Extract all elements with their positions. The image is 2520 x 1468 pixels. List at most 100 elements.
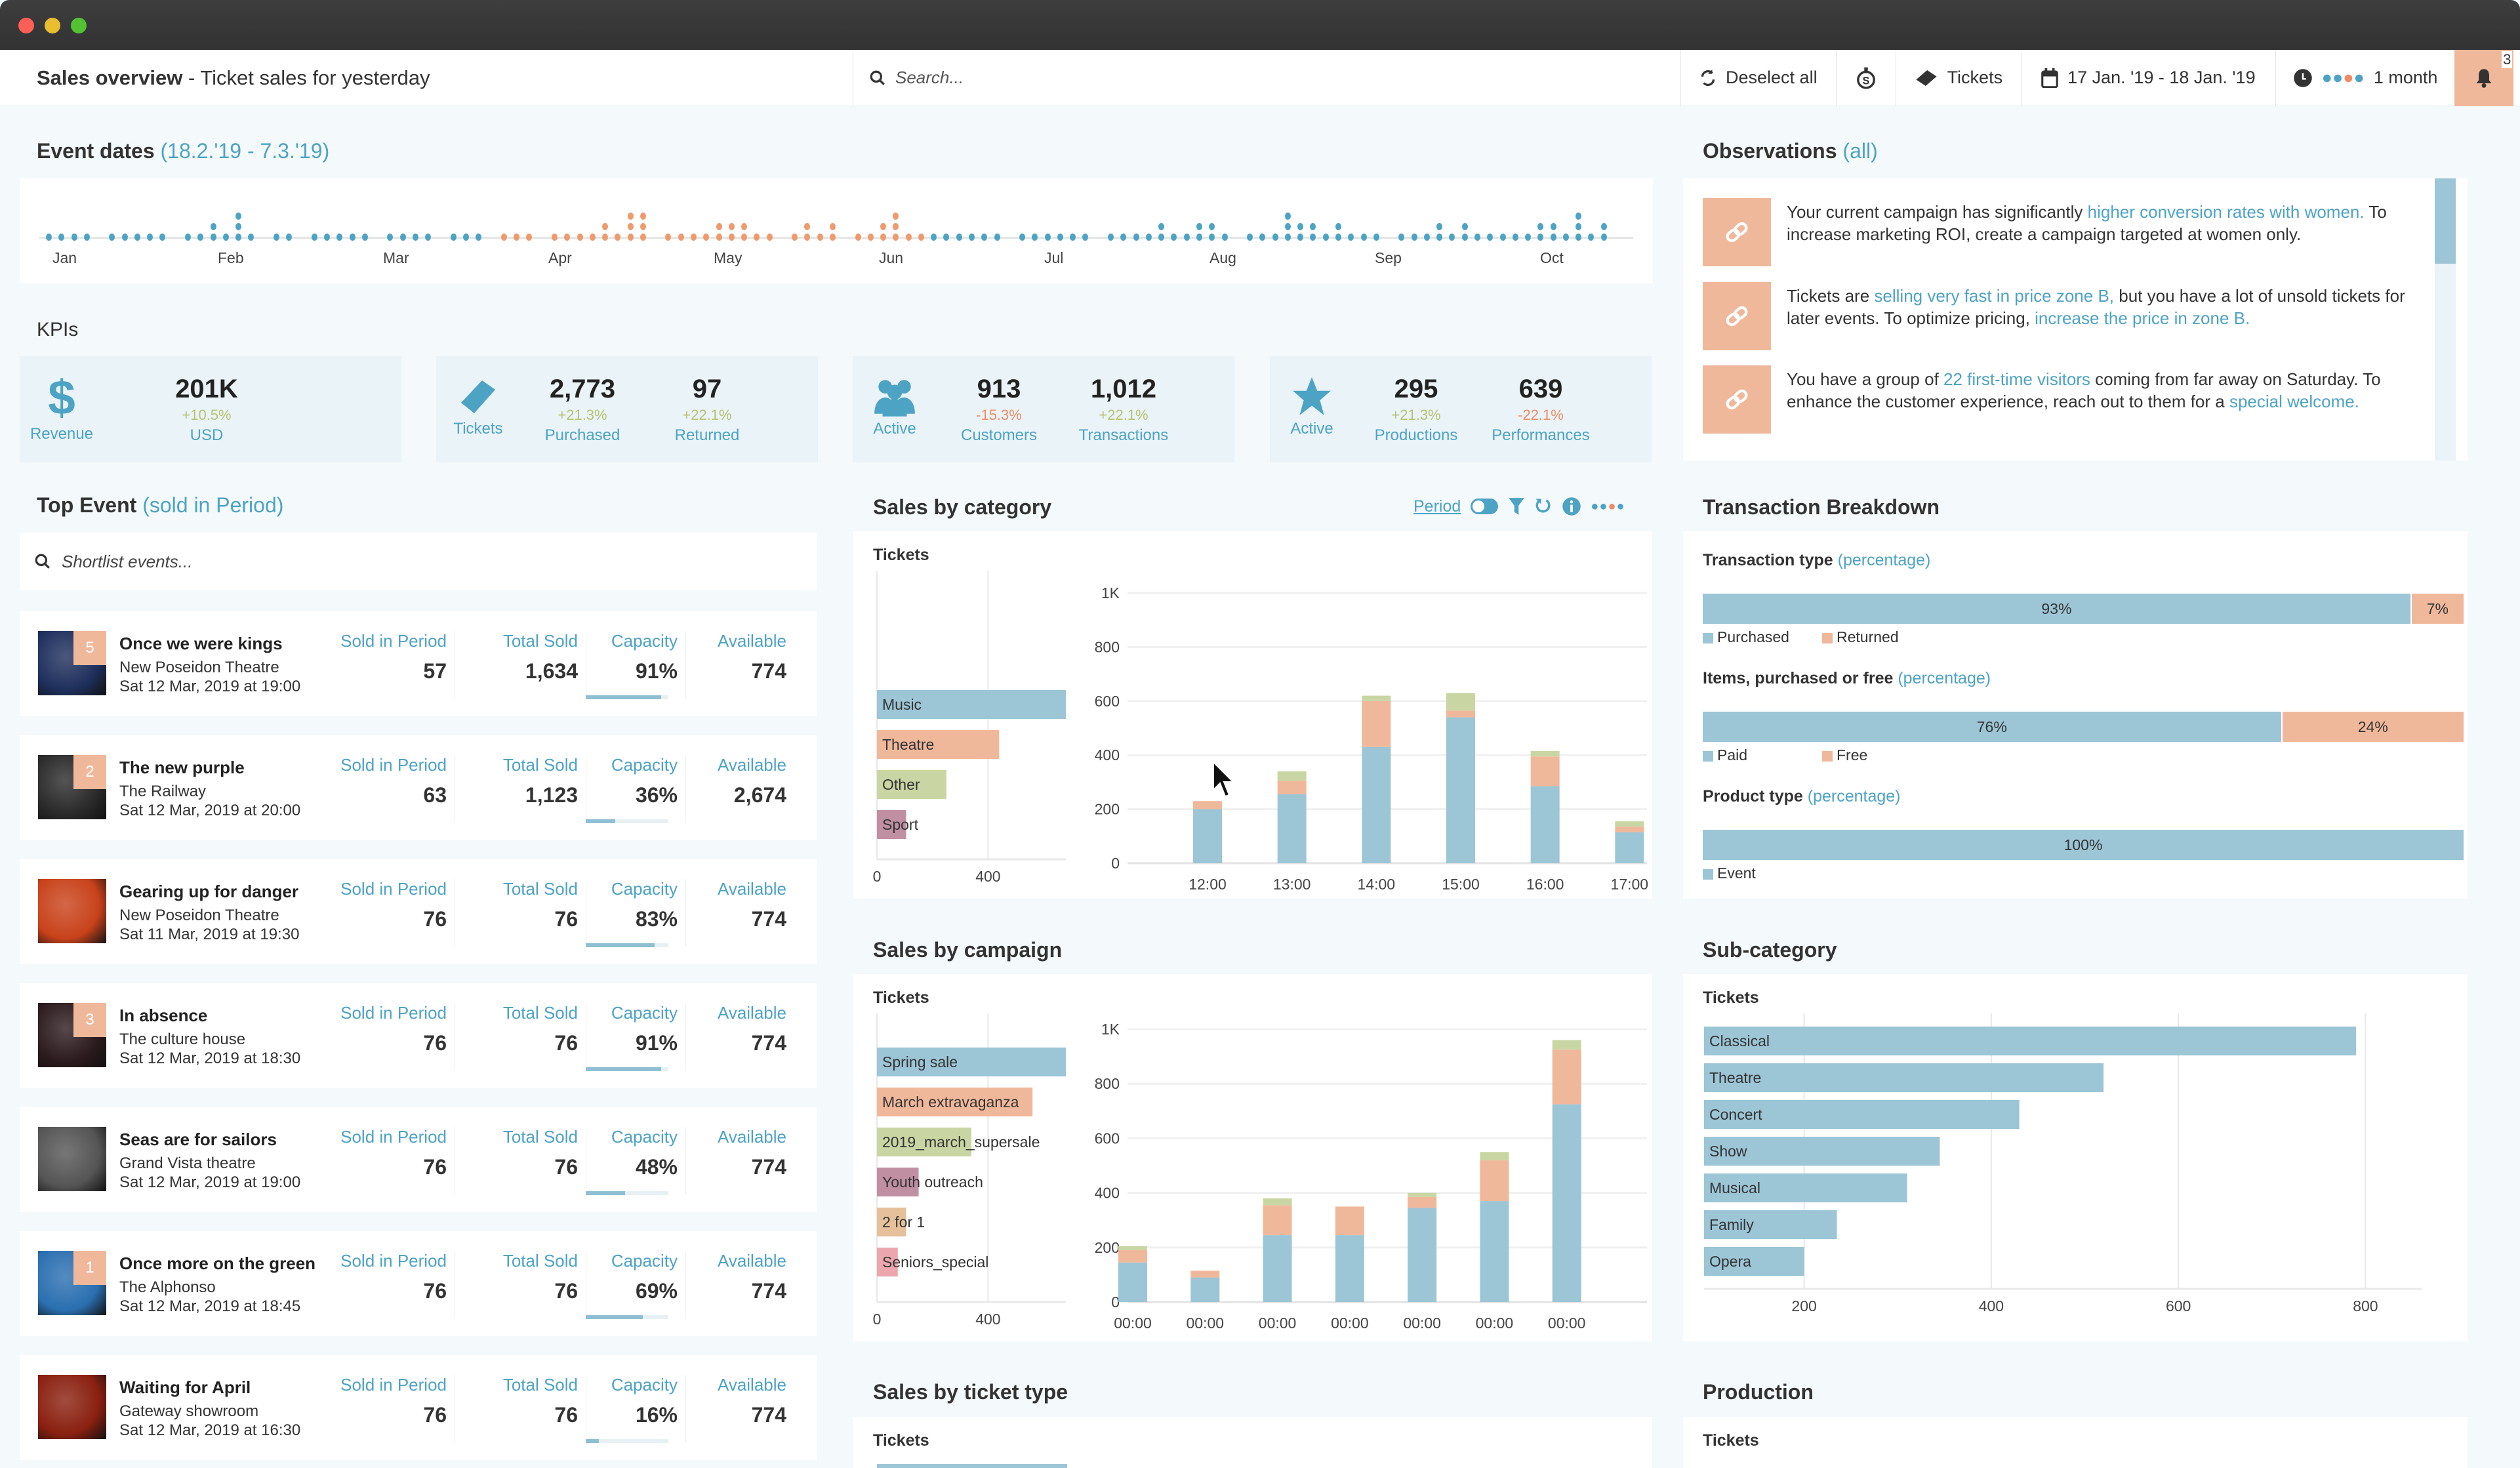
event-date-dot[interactable] xyxy=(905,234,912,241)
event-date-dot[interactable] xyxy=(1032,234,1038,241)
event-date-dot[interactable] xyxy=(1221,234,1228,241)
bar-segment-2019-march-supersale[interactable] xyxy=(1480,1152,1509,1160)
event-date-dot[interactable] xyxy=(766,234,773,241)
event-date-dot[interactable] xyxy=(71,234,77,241)
breakdown-segment-event[interactable]: 100% xyxy=(1703,830,2464,860)
breakdown-segment-paid[interactable]: 76% xyxy=(1703,712,2281,742)
event-date-dot[interactable] xyxy=(741,234,748,241)
event-date-dot[interactable] xyxy=(1044,234,1051,241)
bar-segment-other[interactable] xyxy=(1530,751,1560,757)
event-date-dot[interactable] xyxy=(1082,234,1089,241)
event-date-dot[interactable] xyxy=(880,223,887,230)
event-date-dot[interactable] xyxy=(450,234,457,241)
event-date-dot[interactable] xyxy=(286,234,293,241)
event-row[interactable]: 5 Once we were kings New Poseidon Theatre S… xyxy=(20,611,817,716)
currency-button[interactable]: S xyxy=(1835,49,1896,106)
bar-segment-theatre[interactable] xyxy=(1615,826,1644,832)
event-date-dot[interactable] xyxy=(830,234,836,241)
event-date-dot[interactable] xyxy=(412,234,418,241)
event-row[interactable]: 3 In absence The culture house Sat 12 Mar, … xyxy=(20,983,817,1088)
event-date-dot[interactable] xyxy=(640,234,646,241)
breakdown-tag[interactable]: (percentage) xyxy=(1803,787,1901,805)
event-date-dot[interactable] xyxy=(564,234,571,241)
event-date-dot[interactable] xyxy=(627,234,634,241)
event-date-dot[interactable] xyxy=(1512,234,1518,241)
event-date-dot[interactable] xyxy=(1310,234,1316,241)
bar-segment-march-extravaganza[interactable] xyxy=(1335,1206,1364,1236)
bar-segment-spring-sale[interactable] xyxy=(1480,1201,1509,1302)
event-date-dot[interactable] xyxy=(1284,213,1291,220)
event-date-dot[interactable] xyxy=(690,234,697,241)
event-date-dot[interactable] xyxy=(1423,234,1430,241)
bar-segment-theatre[interactable] xyxy=(1446,710,1475,718)
bar-segment-2019-march-supersale[interactable] xyxy=(1118,1246,1147,1250)
bar-segment-music[interactable] xyxy=(1446,717,1475,863)
event-date-dot[interactable] xyxy=(1284,223,1291,230)
event-date-dot[interactable] xyxy=(640,213,646,220)
event-date-dot[interactable] xyxy=(185,234,192,241)
minimize-window-button[interactable] xyxy=(45,18,60,33)
event-date-dot[interactable] xyxy=(880,234,887,241)
event-date-dot[interactable] xyxy=(994,234,1000,241)
close-window-button[interactable] xyxy=(18,18,34,33)
event-date-dot[interactable] xyxy=(210,223,216,230)
event-date-dot[interactable] xyxy=(526,234,533,241)
event-date-dot[interactable] xyxy=(1158,234,1165,241)
bar[interactable] xyxy=(1704,1027,2357,1055)
event-date-dot[interactable] xyxy=(1575,213,1582,220)
event-date-dot[interactable] xyxy=(425,234,432,241)
event-date-dot[interactable] xyxy=(235,213,242,220)
event-row[interactable]: 2 The new purple The Railway Sat 12 Mar, 20… xyxy=(20,735,817,840)
observations-filter-link[interactable]: (all) xyxy=(1842,139,1877,163)
event-date-dot[interactable] xyxy=(1171,234,1177,241)
event-date-dot[interactable] xyxy=(855,234,861,241)
event-date-dot[interactable] xyxy=(1525,234,1532,241)
shortlist-search[interactable]: Shortlist events... xyxy=(20,533,817,590)
event-date-dot[interactable] xyxy=(804,234,811,241)
event-date-dot[interactable] xyxy=(918,234,924,241)
event-date-dot[interactable] xyxy=(1196,223,1202,230)
event-date-dot[interactable] xyxy=(476,234,482,241)
event-date-dot[interactable] xyxy=(1196,234,1202,241)
event-date-dot[interactable] xyxy=(46,234,52,241)
event-date-dot[interactable] xyxy=(1499,234,1506,241)
period-button[interactable]: ●●●● 1 month xyxy=(2275,49,2455,106)
kpi-metric[interactable]: 913 -15.3% Customers xyxy=(943,375,1055,445)
event-date-dot[interactable] xyxy=(1411,234,1417,241)
event-date-dot[interactable] xyxy=(817,234,823,241)
event-date-dot[interactable] xyxy=(1537,223,1544,230)
toggle-icon[interactable] xyxy=(1470,498,1499,515)
event-date-dot[interactable] xyxy=(1550,223,1556,230)
event-name[interactable]: The new purple xyxy=(119,758,245,778)
reset-icon[interactable] xyxy=(1534,497,1553,516)
event-date-dot[interactable] xyxy=(1272,234,1278,241)
event-date-dot[interactable] xyxy=(197,234,204,241)
event-date-dot[interactable] xyxy=(1310,223,1316,230)
event-date-dot[interactable] xyxy=(361,234,368,241)
kpi-metric[interactable]: 2,773 +21.3% Purchased xyxy=(527,375,638,445)
event-name[interactable]: Once we were kings xyxy=(119,634,283,654)
observation-link[interactable]: 22 first-time visitors xyxy=(1943,369,2090,389)
event-date-dot[interactable] xyxy=(514,234,520,241)
bar-segment-spring-sale[interactable] xyxy=(1552,1104,1581,1302)
event-name[interactable]: Waiting for April xyxy=(119,1377,251,1398)
bar-segment-march-extravaganza[interactable] xyxy=(1118,1250,1147,1263)
event-name[interactable]: Seas are for sailors xyxy=(119,1130,277,1150)
bar-segment-music[interactable] xyxy=(1615,832,1644,863)
bar-segment-theatre[interactable] xyxy=(1530,756,1560,786)
event-date-dot[interactable] xyxy=(1108,234,1114,241)
event-date-dot[interactable] xyxy=(589,234,596,241)
event-date-dot[interactable] xyxy=(1057,234,1063,241)
date-range-button[interactable]: 17 Jan. '19 - 18 Jan. '19 xyxy=(2021,49,2275,106)
event-date-dot[interactable] xyxy=(1158,223,1165,230)
event-date-dot[interactable] xyxy=(349,234,356,241)
breakdown-tag[interactable]: (percentage) xyxy=(1893,669,1991,687)
bar-segment-march-extravaganza[interactable] xyxy=(1552,1050,1581,1105)
event-date-dot[interactable] xyxy=(1461,234,1468,241)
breakdown-segment-returned[interactable]: 7% xyxy=(2410,594,2464,624)
event-dates-timeline[interactable]: Jan Feb Mar Apr May Jun Jul Aug Sep Oct xyxy=(20,178,1653,283)
event-date-dot[interactable] xyxy=(804,223,811,230)
event-date-dot[interactable] xyxy=(311,234,317,241)
event-date-dot[interactable] xyxy=(867,234,874,241)
bar-segment-spring-sale[interactable] xyxy=(1335,1235,1364,1302)
